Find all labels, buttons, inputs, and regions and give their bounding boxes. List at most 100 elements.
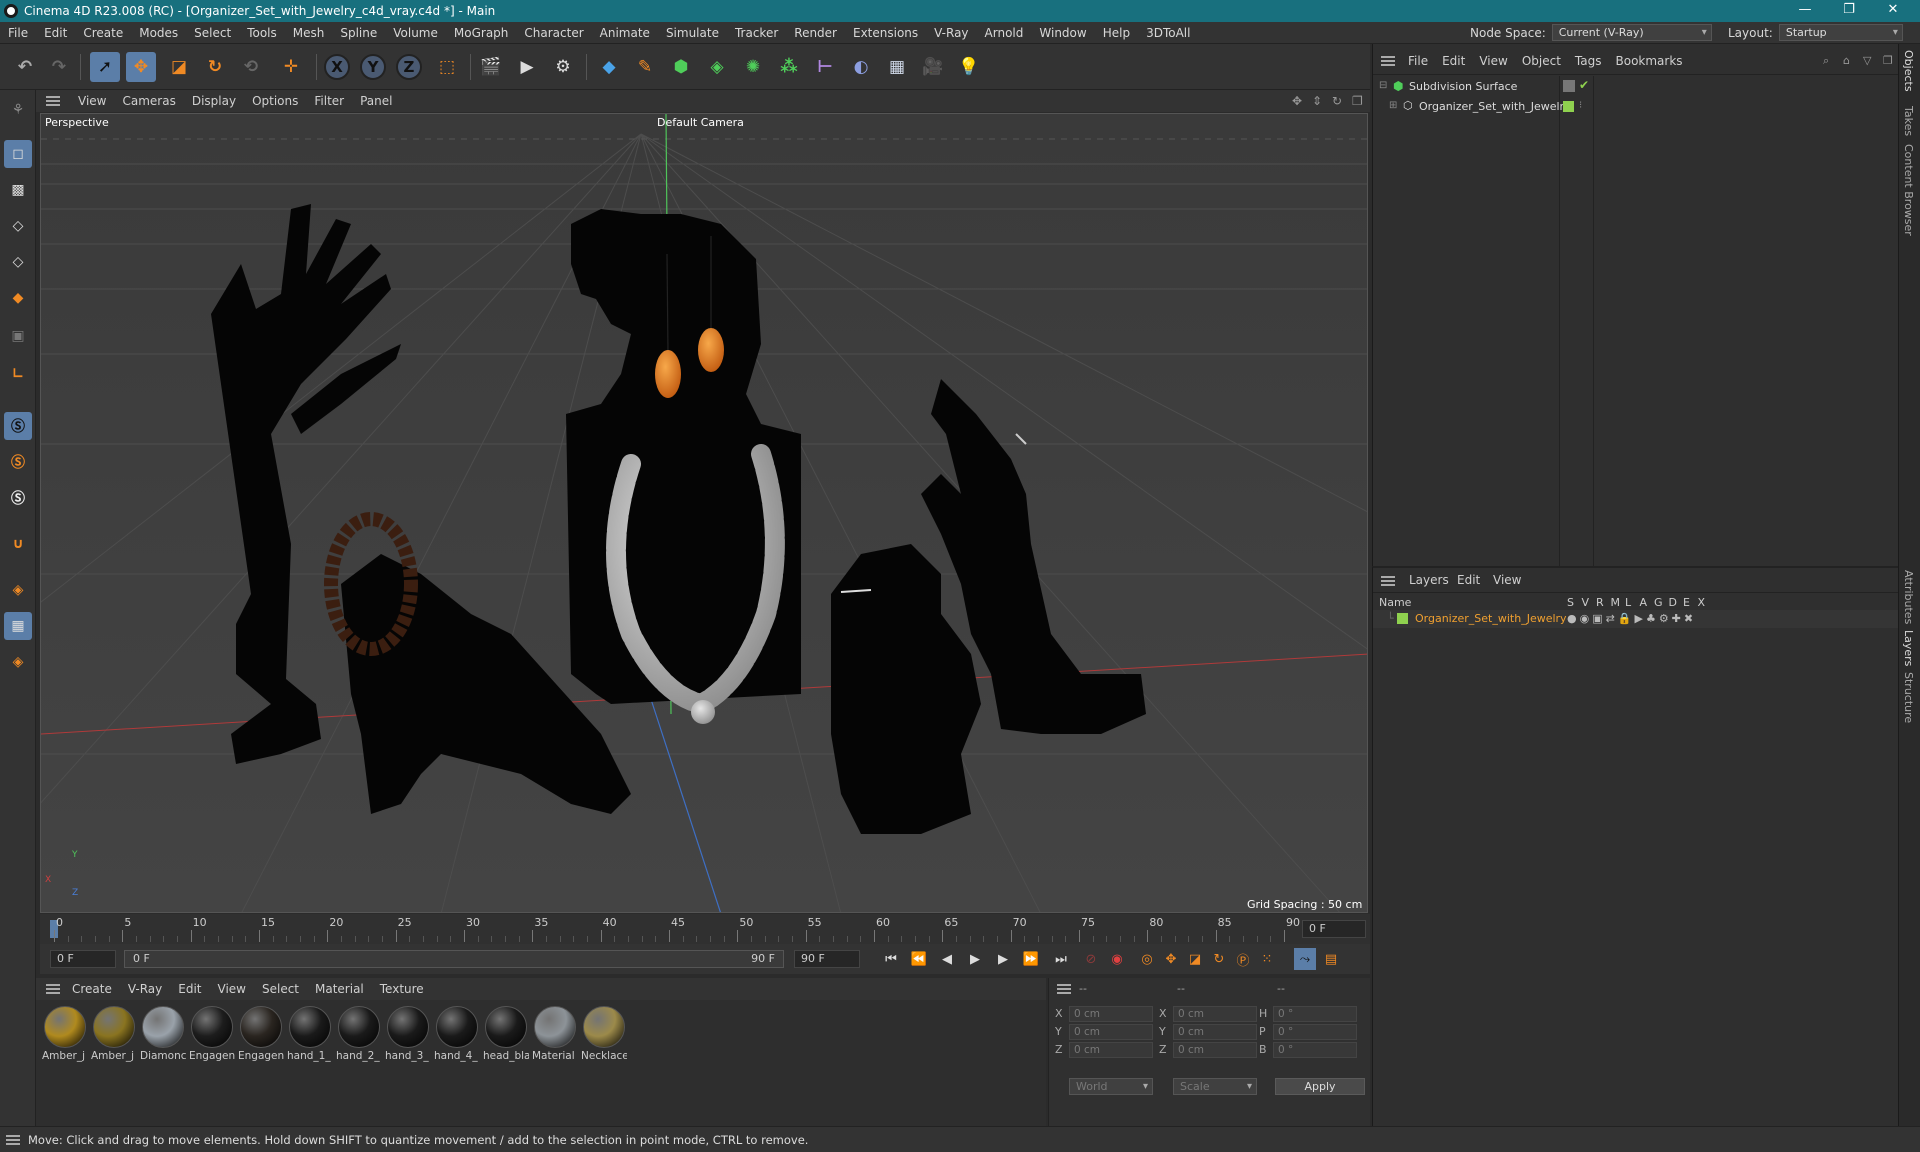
end-frame-field[interactable]: 90 F xyxy=(794,950,860,968)
layers-col-header[interactable]: X xyxy=(1698,596,1706,609)
uv-mode-icon[interactable]: ▣ xyxy=(4,322,32,350)
material-preview-ball[interactable] xyxy=(142,1006,184,1048)
viewport-move-icon[interactable]: ✥ xyxy=(1292,94,1302,108)
material-swatch[interactable]: Engagen xyxy=(238,1006,284,1062)
menu-edit[interactable]: Edit xyxy=(36,26,75,40)
motion-tracking-icon[interactable]: ⤳ xyxy=(1294,948,1316,970)
start-frame-field[interactable]: 0 F xyxy=(50,950,116,968)
obj-menu-edit[interactable]: Edit xyxy=(1435,54,1472,68)
viewport-menu-panel[interactable]: Panel xyxy=(352,94,400,108)
go-to-end-icon[interactable]: ⏭ xyxy=(1050,948,1072,970)
locked-workplane-icon[interactable]: ◈ xyxy=(4,648,32,676)
material-preview-ball[interactable] xyxy=(240,1006,282,1048)
menu-window[interactable]: Window xyxy=(1031,26,1094,40)
z-axis-lock-icon[interactable]: Z xyxy=(396,54,422,80)
material-swatch[interactable]: Amber_j xyxy=(42,1006,88,1062)
autokey-icon[interactable]: ◉ xyxy=(1106,948,1128,970)
viewport-rotate-icon[interactable]: ↻ xyxy=(1332,94,1342,108)
material-preview-ball[interactable] xyxy=(93,1006,135,1048)
layers-hamburger-icon[interactable] xyxy=(1381,576,1395,586)
coord-position-field[interactable]: 0 cm xyxy=(1069,1006,1153,1022)
mat-menu-edit[interactable]: Edit xyxy=(170,982,209,996)
obj-menu-tags[interactable]: Tags xyxy=(1568,54,1609,68)
current-frame-field[interactable]: 0 F xyxy=(1302,920,1366,938)
menu-help[interactable]: Help xyxy=(1095,26,1138,40)
texture-mode-icon[interactable]: ▩ xyxy=(4,176,32,204)
menu-animate[interactable]: Animate xyxy=(592,26,658,40)
key-rotation-icon[interactable]: ↻ xyxy=(1208,948,1230,970)
cube-object-icon[interactable]: ◆ xyxy=(594,52,624,82)
next-key-icon[interactable]: ⏩ xyxy=(1020,948,1042,970)
status-hamburger-icon[interactable] xyxy=(6,1135,20,1145)
layer-flags-icons[interactable]: ●◉▣⇄🔒▶♣⚙✚✖ xyxy=(1567,612,1696,625)
material-swatch[interactable]: head_bla xyxy=(483,1006,529,1062)
coord-position-field[interactable]: 0 cm xyxy=(1069,1042,1153,1058)
object-name[interactable]: Organizer_Set_with_Jewelry xyxy=(1419,100,1571,113)
layers-menu-edit[interactable]: Edit xyxy=(1457,573,1480,587)
layers-col-header[interactable]: S xyxy=(1567,596,1574,609)
material-preview-ball[interactable] xyxy=(534,1006,576,1048)
menu-extensions[interactable]: Extensions xyxy=(845,26,926,40)
camera-icon[interactable]: 🎥 xyxy=(918,52,948,82)
material-hamburger-icon[interactable] xyxy=(46,984,60,994)
material-swatch[interactable]: hand_1_ xyxy=(287,1006,333,1062)
material-swatch[interactable]: hand_4_ xyxy=(434,1006,480,1062)
bend-deformer-icon[interactable]: ⊢ xyxy=(810,52,840,82)
record-disabled-icon[interactable]: ⊘ xyxy=(1080,948,1102,970)
keyframe-selection-icon[interactable]: ◎ xyxy=(1136,948,1158,970)
material-swatch[interactable]: Amber_j xyxy=(91,1006,137,1062)
mat-menu-texture[interactable]: Texture xyxy=(372,982,432,996)
layer-name[interactable]: Organizer_Set_with_Jewelry xyxy=(1415,612,1567,625)
3d-viewport[interactable]: Perspective Default Camera Grid Spacing … xyxy=(40,113,1368,913)
layers-col-header[interactable]: L xyxy=(1625,596,1631,609)
previous-frame-icon[interactable]: ◀ xyxy=(936,948,958,970)
mat-menu-view[interactable]: View xyxy=(210,982,254,996)
spline-pen-icon[interactable]: ✎ xyxy=(630,52,660,82)
tab-content-browser[interactable]: Content Browser xyxy=(1902,144,1915,236)
material-preview-ball[interactable] xyxy=(387,1006,429,1048)
filter-icon[interactable]: ▽ xyxy=(1863,54,1871,67)
workplane-snap-icon[interactable]: Ⓢ xyxy=(4,484,32,512)
camera-name[interactable]: Default Camera xyxy=(657,116,744,129)
apply-button[interactable]: Apply xyxy=(1275,1078,1365,1095)
timeline-window-icon[interactable]: ▤ xyxy=(1320,948,1342,970)
tab-attributes[interactable]: Attributes xyxy=(1902,570,1915,624)
points-mode-icon[interactable]: ◇ xyxy=(4,212,32,240)
viewport-menu-display[interactable]: Display xyxy=(184,94,244,108)
material-preview-ball[interactable] xyxy=(485,1006,527,1048)
enabled-check-icon[interactable]: ✔ xyxy=(1579,78,1589,92)
viewport-hamburger-icon[interactable] xyxy=(46,96,60,106)
coord-rotation-field[interactable]: 0 ° xyxy=(1273,1042,1357,1058)
coord-size-field[interactable]: 0 cm xyxy=(1173,1006,1257,1022)
menu-create[interactable]: Create xyxy=(75,26,131,40)
search-icon[interactable]: ⌕ xyxy=(1823,54,1829,68)
coord-rotation-field[interactable]: 0 ° xyxy=(1273,1006,1357,1022)
layers-col-header[interactable]: G xyxy=(1654,596,1663,609)
rotate-tool-icon[interactable]: ↻ xyxy=(200,52,230,82)
viewport-menu-view[interactable]: View xyxy=(70,94,114,108)
material-swatch[interactable]: hand_3_ xyxy=(385,1006,431,1062)
coordinate-mode-dropdown[interactable]: Scale xyxy=(1173,1078,1257,1095)
object-row-subdivision[interactable]: ⊟ ⬢ Subdivision Surface ✔ xyxy=(1373,78,1899,96)
mat-menu-create[interactable]: Create xyxy=(64,982,120,996)
snap-settings-icon[interactable]: Ⓢ xyxy=(4,448,32,476)
obj-menu-view[interactable]: View xyxy=(1472,54,1514,68)
material-preview-ball[interactable] xyxy=(338,1006,380,1048)
obj-menu-file[interactable]: File xyxy=(1401,54,1435,68)
play-icon[interactable]: ▶ xyxy=(964,948,986,970)
coords-hamburger-icon[interactable] xyxy=(1057,984,1071,994)
axis-mode-icon[interactable]: ∟ xyxy=(4,360,32,388)
scale-tool-icon[interactable]: ◪ xyxy=(164,52,194,82)
menu-file[interactable]: File xyxy=(0,26,36,40)
subdivision-surface-icon[interactable]: ⬢ xyxy=(666,52,696,82)
deformer-icon[interactable]: ⁂ xyxy=(774,52,804,82)
make-editable-icon[interactable]: ⚘ xyxy=(4,96,32,124)
menu-tracker[interactable]: Tracker xyxy=(727,26,786,40)
coordinate-space-dropdown[interactable]: World xyxy=(1069,1078,1153,1095)
workplane-icon[interactable]: ◈ xyxy=(4,576,32,604)
recent-tool-icon[interactable]: ⟲ xyxy=(236,52,266,82)
layers-menu-layers[interactable]: Layers xyxy=(1409,573,1449,587)
layers-col-header[interactable]: V xyxy=(1582,596,1590,609)
material-swatch[interactable]: Material xyxy=(532,1006,578,1062)
display-tag-icon[interactable] xyxy=(1563,80,1575,92)
